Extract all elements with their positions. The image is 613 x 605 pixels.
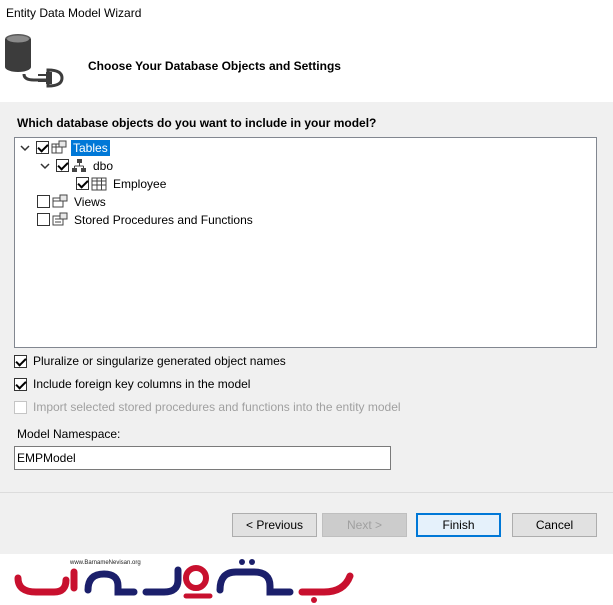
employee-label[interactable]: Employee	[111, 176, 168, 192]
page-heading: Choose Your Database Objects and Setting…	[88, 59, 341, 73]
pluralize-label[interactable]: Pluralize or singularize generated objec…	[33, 354, 286, 368]
views-checkbox[interactable]	[37, 195, 50, 208]
finish-button[interactable]: Finish	[416, 513, 501, 537]
barnamenevisan-logo	[14, 559, 354, 603]
tree-node-employee[interactable]: Employee	[76, 175, 168, 192]
window-title: Entity Data Model Wizard	[6, 6, 142, 20]
pluralize-checkbox[interactable]	[14, 354, 27, 368]
foreign-keys-label[interactable]: Include foreign key columns in the model	[33, 377, 250, 391]
tree-node-stored-procedures[interactable]: Stored Procedures and Functions	[37, 211, 255, 228]
stored-procedures-label[interactable]: Stored Procedures and Functions	[72, 212, 255, 228]
cancel-button[interactable]: Cancel	[512, 513, 597, 537]
foreign-keys-option[interactable]: Include foreign key columns in the model	[14, 377, 250, 391]
model-namespace-label: Model Namespace:	[17, 427, 121, 441]
foreign-keys-checkbox[interactable]	[14, 377, 27, 391]
database-objects-tree[interactable]: Tables dbo Employee Views Stored Procedu…	[14, 137, 597, 348]
stored-procedures-folder-icon	[52, 212, 68, 225]
stored-procedures-checkbox[interactable]	[37, 213, 50, 226]
chevron-down-icon[interactable]	[19, 142, 30, 153]
tables-folder-icon	[51, 140, 67, 153]
chevron-down-icon[interactable]	[39, 160, 50, 171]
schema-icon	[72, 158, 86, 172]
tables-checkbox[interactable]	[36, 141, 49, 154]
views-folder-icon	[52, 194, 68, 207]
database-connection-icon	[5, 34, 64, 88]
wizard-header: Choose Your Database Objects and Setting…	[0, 24, 613, 102]
tree-node-dbo[interactable]: dbo	[39, 157, 115, 174]
dbo-label[interactable]: dbo	[91, 158, 115, 174]
dbo-checkbox[interactable]	[56, 159, 69, 172]
tree-node-views[interactable]: Views	[37, 193, 108, 210]
tables-label[interactable]: Tables	[71, 139, 110, 156]
tree-node-tables[interactable]: Tables	[19, 139, 110, 156]
previous-button[interactable]: < Previous	[232, 513, 317, 537]
model-namespace-input[interactable]	[14, 446, 391, 470]
import-procedures-checkbox	[14, 400, 27, 414]
objects-question: Which database objects do you want to in…	[17, 116, 377, 130]
import-procedures-label: Import selected stored procedures and fu…	[33, 400, 401, 414]
table-icon	[91, 177, 107, 190]
views-label[interactable]: Views	[72, 194, 108, 210]
employee-checkbox[interactable]	[76, 177, 89, 190]
pluralize-option[interactable]: Pluralize or singularize generated objec…	[14, 354, 286, 368]
title-bar: Entity Data Model Wizard	[0, 0, 613, 24]
next-button: Next >	[322, 513, 407, 537]
import-procedures-option: Import selected stored procedures and fu…	[14, 400, 401, 414]
watermark: www.BarnameNevisan.org	[0, 554, 613, 605]
